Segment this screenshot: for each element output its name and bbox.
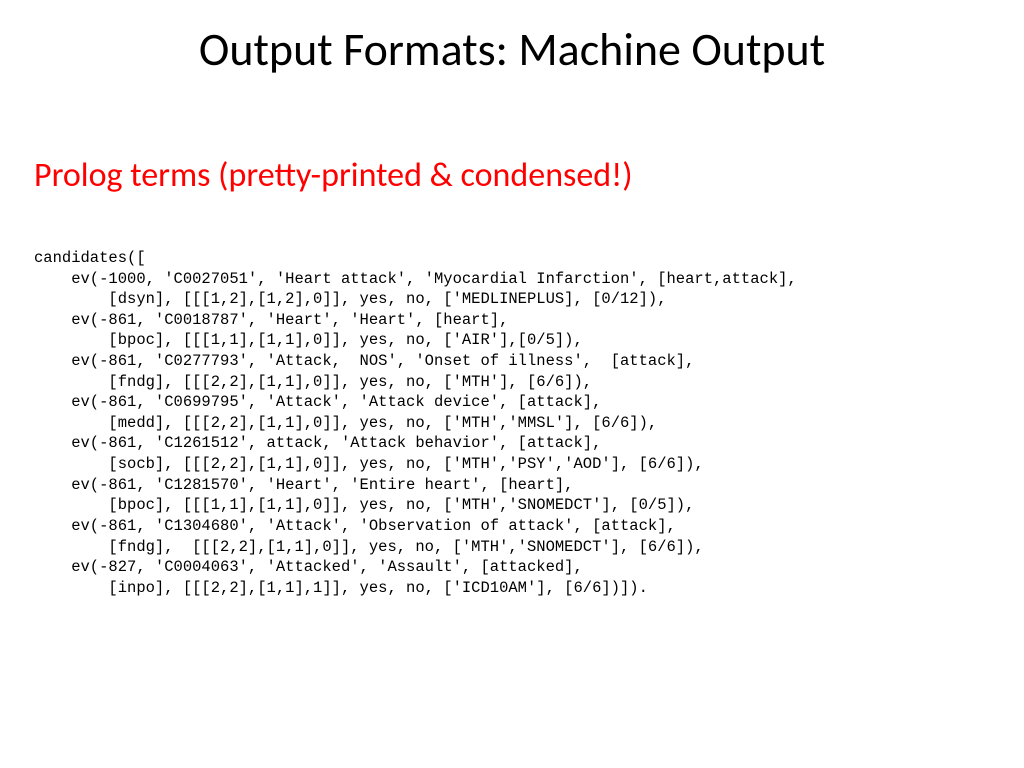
slide: Output Formats: Machine Output Prolog te… <box>0 0 1024 768</box>
slide-title: Output Formats: Machine Output <box>0 22 1024 78</box>
code-block: candidates([ ev(-1000, 'C0027051', 'Hear… <box>34 248 797 598</box>
slide-subtitle: Prolog terms (pretty-printed & condensed… <box>34 155 633 196</box>
